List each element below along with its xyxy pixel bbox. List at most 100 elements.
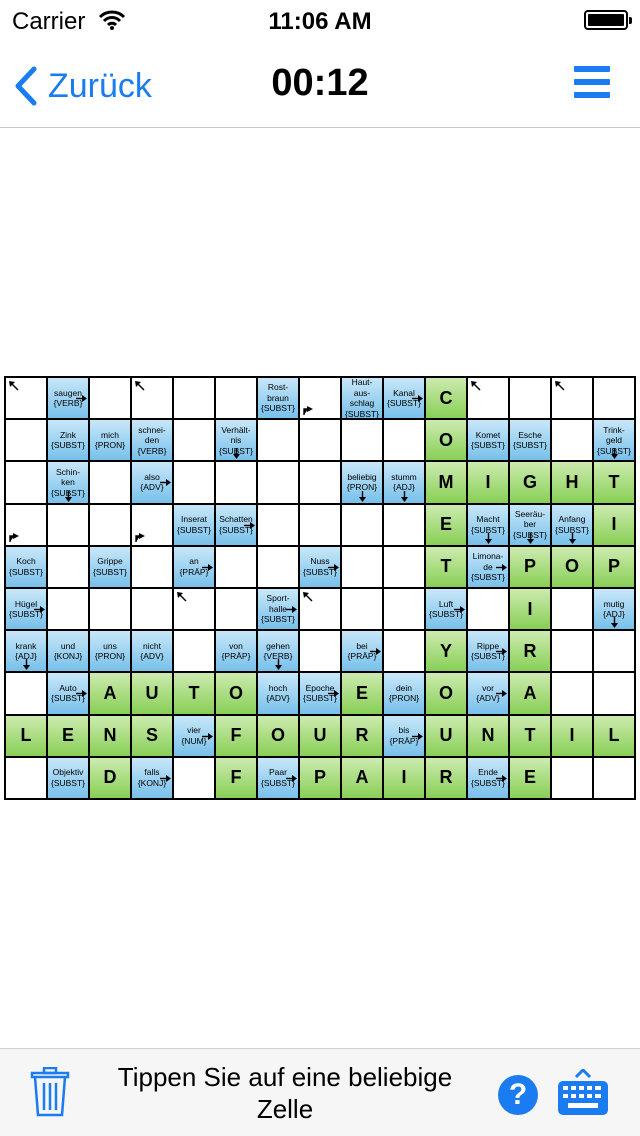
solution-letter-cell[interactable]: L — [6, 715, 46, 756]
solution-letter-cell[interactable]: O — [426, 420, 466, 461]
empty-letter-cell[interactable] — [384, 589, 424, 630]
solution-letter-cell[interactable]: E — [342, 673, 382, 714]
empty-letter-cell[interactable] — [384, 420, 424, 461]
empty-letter-cell[interactable] — [6, 378, 46, 419]
solution-letter-cell[interactable]: S — [132, 715, 172, 756]
solution-letter-cell[interactable]: E — [510, 757, 550, 798]
empty-letter-cell[interactable] — [552, 420, 592, 461]
empty-letter-cell[interactable] — [132, 589, 172, 630]
solution-letter-cell[interactable]: T — [594, 462, 634, 503]
solution-letter-cell[interactable]: U — [426, 715, 466, 756]
solution-letter-cell[interactable]: Y — [426, 631, 466, 672]
empty-letter-cell[interactable] — [174, 420, 214, 461]
empty-letter-cell[interactable] — [6, 462, 46, 503]
empty-letter-cell[interactable] — [300, 504, 340, 545]
empty-letter-cell[interactable] — [258, 462, 298, 503]
empty-letter-cell[interactable] — [90, 462, 130, 503]
solution-letter-cell[interactable]: R — [342, 715, 382, 756]
back-button[interactable]: Zurück — [14, 64, 152, 108]
empty-letter-cell[interactable] — [342, 589, 382, 630]
solution-letter-cell[interactable]: R — [510, 631, 550, 672]
solution-letter-cell[interactable]: I — [468, 462, 508, 503]
empty-letter-cell[interactable] — [174, 589, 214, 630]
empty-letter-cell[interactable] — [132, 378, 172, 419]
keyboard-icon[interactable] — [556, 1069, 610, 1117]
empty-letter-cell[interactable] — [342, 420, 382, 461]
empty-letter-cell[interactable] — [384, 546, 424, 587]
solution-letter-cell[interactable]: O — [216, 673, 256, 714]
empty-letter-cell[interactable] — [468, 589, 508, 630]
solution-letter-cell[interactable]: O — [426, 673, 466, 714]
solution-letter-cell[interactable]: P — [510, 546, 550, 587]
empty-letter-cell[interactable] — [48, 589, 88, 630]
solution-letter-cell[interactable]: F — [216, 715, 256, 756]
menu-icon[interactable] — [574, 66, 610, 100]
empty-letter-cell[interactable] — [48, 546, 88, 587]
empty-letter-cell[interactable] — [594, 631, 634, 672]
solution-letter-cell[interactable]: U — [300, 715, 340, 756]
empty-letter-cell[interactable] — [174, 631, 214, 672]
solution-letter-cell[interactable]: I — [552, 715, 592, 756]
empty-letter-cell[interactable] — [48, 504, 88, 545]
solution-letter-cell[interactable]: A — [510, 673, 550, 714]
empty-letter-cell[interactable] — [342, 546, 382, 587]
empty-letter-cell[interactable] — [384, 631, 424, 672]
solution-letter-cell[interactable]: T — [174, 673, 214, 714]
empty-letter-cell[interactable] — [384, 504, 424, 545]
empty-letter-cell[interactable] — [90, 589, 130, 630]
empty-letter-cell[interactable] — [90, 504, 130, 545]
solution-letter-cell[interactable]: H — [552, 462, 592, 503]
empty-letter-cell[interactable] — [300, 631, 340, 672]
help-icon[interactable]: ? — [498, 1075, 538, 1115]
empty-letter-cell[interactable] — [552, 378, 592, 419]
solution-letter-cell[interactable]: G — [510, 462, 550, 503]
empty-letter-cell[interactable] — [216, 378, 256, 419]
solution-letter-cell[interactable]: T — [426, 546, 466, 587]
empty-letter-cell[interactable] — [258, 546, 298, 587]
empty-letter-cell[interactable] — [216, 589, 256, 630]
empty-letter-cell[interactable] — [216, 462, 256, 503]
empty-letter-cell[interactable] — [552, 757, 592, 798]
empty-letter-cell[interactable] — [552, 589, 592, 630]
solution-letter-cell[interactable]: F — [216, 757, 256, 798]
empty-letter-cell[interactable] — [6, 420, 46, 461]
empty-letter-cell[interactable] — [300, 589, 340, 630]
empty-letter-cell[interactable] — [594, 378, 634, 419]
solution-letter-cell[interactable]: L — [594, 715, 634, 756]
empty-letter-cell[interactable] — [468, 378, 508, 419]
empty-letter-cell[interactable] — [258, 420, 298, 461]
empty-letter-cell[interactable] — [6, 757, 46, 798]
empty-letter-cell[interactable] — [6, 504, 46, 545]
trash-icon[interactable] — [30, 1067, 70, 1117]
empty-letter-cell[interactable] — [90, 378, 130, 419]
empty-letter-cell[interactable] — [510, 378, 550, 419]
solution-letter-cell[interactable]: N — [468, 715, 508, 756]
empty-letter-cell[interactable] — [300, 420, 340, 461]
empty-letter-cell[interactable] — [552, 673, 592, 714]
solution-letter-cell[interactable]: D — [90, 757, 130, 798]
empty-letter-cell[interactable] — [342, 504, 382, 545]
empty-letter-cell[interactable] — [174, 757, 214, 798]
solution-letter-cell[interactable]: M — [426, 462, 466, 503]
solution-letter-cell[interactable]: O — [258, 715, 298, 756]
empty-letter-cell[interactable] — [594, 673, 634, 714]
solution-letter-cell[interactable]: E — [48, 715, 88, 756]
solution-letter-cell[interactable]: A — [342, 757, 382, 798]
empty-letter-cell[interactable] — [6, 673, 46, 714]
solution-letter-cell[interactable]: I — [384, 757, 424, 798]
empty-letter-cell[interactable] — [174, 462, 214, 503]
solution-letter-cell[interactable]: T — [510, 715, 550, 756]
solution-letter-cell[interactable]: I — [510, 589, 550, 630]
solution-letter-cell[interactable]: C — [426, 378, 466, 419]
empty-letter-cell[interactable] — [132, 504, 172, 545]
solution-letter-cell[interactable]: A — [90, 673, 130, 714]
empty-letter-cell[interactable] — [552, 631, 592, 672]
solution-letter-cell[interactable]: O — [552, 546, 592, 587]
empty-letter-cell[interactable] — [300, 378, 340, 419]
empty-letter-cell[interactable] — [300, 462, 340, 503]
empty-letter-cell[interactable] — [174, 378, 214, 419]
solution-letter-cell[interactable]: E — [426, 504, 466, 545]
solution-letter-cell[interactable]: I — [594, 504, 634, 545]
solution-letter-cell[interactable]: P — [594, 546, 634, 587]
solution-letter-cell[interactable]: P — [300, 757, 340, 798]
